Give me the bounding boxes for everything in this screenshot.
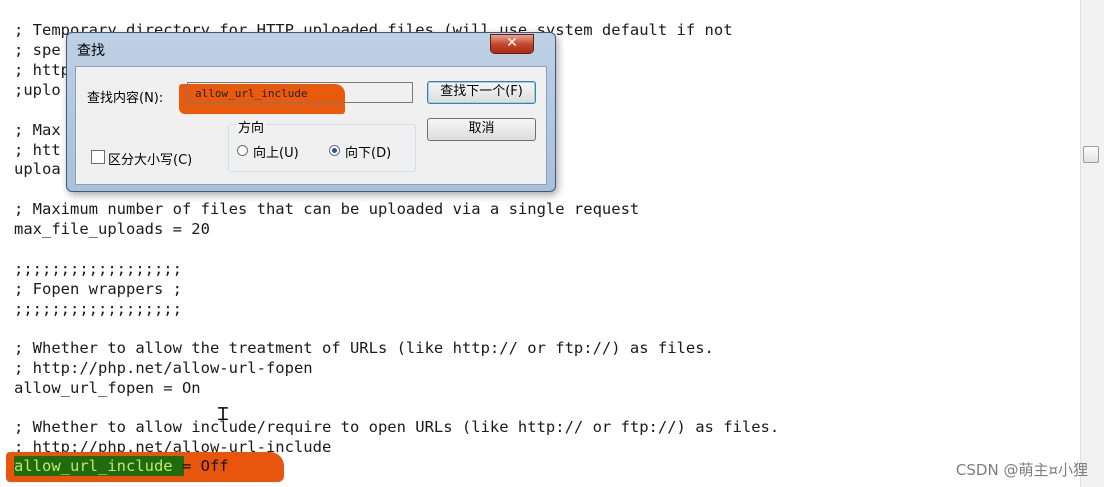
code-line: ; Max	[14, 121, 61, 139]
dialog-title: 查找	[77, 43, 105, 59]
search-input-value: allow_url_include	[195, 87, 308, 100]
find-label: 查找内容(N):	[87, 91, 164, 106]
code-line: ; htt	[14, 141, 61, 159]
code-line: ;;;;;;;;;;;;;;;;;;	[14, 300, 182, 318]
code-line: allow_url_fopen = On	[14, 379, 201, 397]
match-case-checkbox[interactable]	[91, 150, 105, 164]
direction-down-radio[interactable]	[329, 145, 340, 156]
find-next-button[interactable]: 查找下一个(F)	[427, 81, 536, 104]
highlighted-value: = Off	[172, 457, 229, 475]
direction-up-radio[interactable]	[237, 145, 248, 156]
code-line: ; Whether to allow include/require to op…	[14, 418, 780, 436]
code-line: ;;;;;;;;;;;;;;;;;;	[14, 260, 182, 278]
close-icon[interactable]: ✕	[490, 34, 534, 54]
code-line: max_file_uploads = 20	[14, 220, 210, 238]
direction-up-label: 向上(U)	[253, 146, 299, 161]
cancel-button[interactable]: 取消	[427, 118, 536, 141]
code-line: ;uplo	[14, 81, 61, 99]
code-line: uploa	[14, 160, 61, 178]
match-case-label: 区分大小写(C)	[108, 153, 193, 168]
code-line: ; Whether to allow the treatment of URLs…	[14, 339, 714, 357]
direction-label: 方向	[236, 117, 267, 136]
scrollbar-thumb[interactable]	[1083, 146, 1099, 163]
dialog-body: 查找内容(N): allow_url_include 查找下一个(F) 取消 区…	[75, 66, 547, 185]
vertical-scrollbar[interactable]	[1080, 0, 1104, 487]
code-line: ; http	[14, 61, 70, 79]
highlighted-key: allow_url_include	[14, 457, 173, 475]
code-line: ; Maximum number of files that can be up…	[14, 200, 640, 218]
code-line: ; Fopen wrappers ;	[14, 280, 182, 298]
watermark: CSDN @萌主¤小狸	[955, 461, 1088, 479]
direction-down-label: 向下(D)	[345, 146, 392, 161]
mouse-cursor-icon: Ɪ	[218, 404, 229, 425]
highlighted-config-line: allow_url_include = Off	[14, 456, 229, 476]
code-line: ; spe	[14, 41, 61, 59]
find-dialog: 查找 ✕ 查找内容(N): allow_url_include 查找下一个(F)…	[66, 32, 556, 192]
code-line: ; http://php.net/allow-url-fopen	[14, 359, 313, 377]
